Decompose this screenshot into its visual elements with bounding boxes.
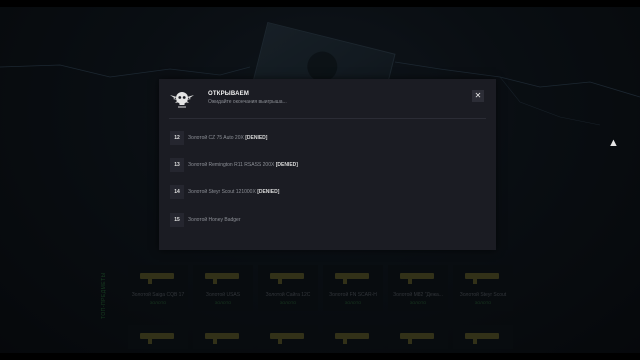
reward-number: 14 (170, 185, 184, 199)
reward-number: 13 (170, 158, 184, 172)
reward-tag: [DENIED] (275, 162, 298, 168)
reward-text: Золотой Honey Badger (188, 213, 241, 227)
reward-text: Золотой Remington R11 RSASS 200X [DENIED… (188, 158, 298, 172)
modal-header: ОТКРЫВАЕМ Ожидайте окончания выигрыша...… (159, 79, 496, 119)
close-icon: ✕ (474, 91, 482, 100)
reward-number: 15 (170, 213, 184, 227)
reward-row: 12 Золотой CZ 75 Auto 20X [DENIED] (170, 131, 470, 145)
reward-tag: [DENIED] (245, 135, 268, 141)
reward-row: 13 Золотой Remington R11 RSASS 200X [DEN… (170, 158, 470, 172)
reward-row: 14 Золотой Steyr Scout 121000X [DENIED] (170, 185, 470, 199)
reward-name: Золотой Steyr Scout 121000X (188, 189, 256, 195)
mouse-cursor-icon: ▲ (608, 137, 619, 149)
reward-tag: [DENIED] (257, 189, 280, 195)
letterbox-top (0, 0, 640, 7)
close-button[interactable]: ✕ (472, 90, 484, 102)
reward-text: Золотой CZ 75 Auto 20X [DENIED] (188, 131, 267, 145)
reward-number: 12 (170, 131, 184, 145)
modal-title: ОТКРЫВАЕМ (208, 91, 250, 97)
case-opening-modal: ОТКРЫВАЕМ Ожидайте окончания выигрыша...… (159, 79, 496, 250)
divider (169, 118, 486, 119)
modal-subtitle: Ожидайте окончания выигрыша... (208, 99, 287, 105)
letterbox-bottom (0, 353, 640, 360)
reward-row: 15 Золотой Honey Badger (170, 213, 470, 227)
reward-name: Золотой Remington R11 RSASS 200X (188, 162, 275, 168)
reward-name: Золотой Honey Badger (188, 217, 241, 223)
winged-skull-emblem-icon (170, 92, 194, 108)
reward-text: Золотой Steyr Scout 121000X [DENIED] (188, 185, 279, 199)
reward-name: Золотой CZ 75 Auto 20X (188, 135, 244, 141)
